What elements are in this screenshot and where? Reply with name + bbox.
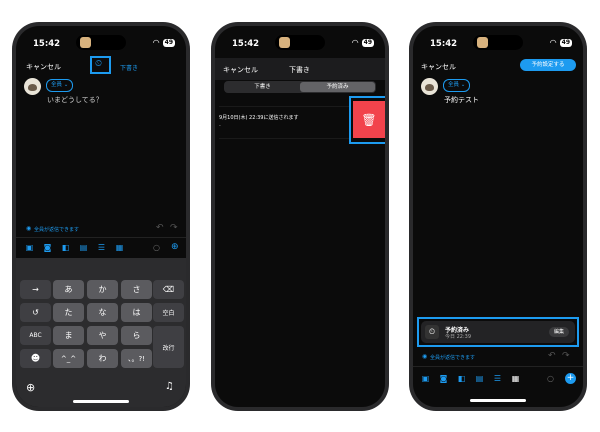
key-sa[interactable]: さ [121, 280, 152, 299]
dynamic-island [473, 35, 523, 50]
redo-icon[interactable]: ↷ [562, 351, 570, 361]
grok-icon[interactable]: ▤ [475, 374, 484, 383]
battery-indicator: 49 [559, 38, 572, 47]
battery-indicator: 49 [361, 38, 374, 47]
undo-icon[interactable]: ↶ [156, 223, 164, 233]
progress-ring-icon: ○ [153, 243, 160, 252]
scheduled-item-text[interactable]: 9月10日(木) 22:39に送信されます [219, 114, 298, 121]
key-ha[interactable]: は [121, 303, 152, 322]
phone-compose: 15:42 ◠ 49 キャンセル ⏲ 下書き 全員 ⌄ いまどうしてる？ ◉ 全員… [12, 22, 190, 411]
wifi-icon: ◠ [351, 38, 359, 47]
compose-toolbar: ▣ ◙ ◧ ▤ ☰ ▦ [421, 374, 520, 383]
schedule-button-label: 予約設定する [531, 62, 565, 68]
key-return[interactable]: 改行 [153, 326, 184, 368]
segmented-control: 下書き 予約済み [224, 81, 376, 93]
screen: 15:42 ◠ 49 キャンセル ⏲ 下書き 全員 ⌄ いまどうしてる？ ◉ 全員… [16, 26, 186, 407]
calendar-icon[interactable]: ▦ [115, 243, 124, 252]
divider [413, 366, 583, 367]
globe-key-icon[interactable]: ⊕ [26, 381, 35, 394]
key-punct[interactable]: 、。?! [121, 349, 152, 368]
globe-icon: ◉ [422, 353, 428, 360]
cancel-button[interactable]: キャンセル [26, 62, 61, 72]
globe-icon: ◉ [26, 225, 32, 232]
key-kaomoji[interactable]: ^_^ [53, 349, 84, 368]
add-post-icon[interactable]: + [565, 373, 576, 384]
keyboard: → あ か さ ⌫ ↺ た な は 空白 ABC ま や ら 改行 ☻ ^_^ … [16, 258, 186, 407]
poll-icon[interactable]: ☰ [493, 374, 502, 383]
wifi-icon: ◠ [152, 38, 160, 47]
calendar-icon[interactable]: ▦ [511, 374, 520, 383]
image-icon[interactable]: ▣ [421, 374, 430, 383]
key-ta[interactable]: た [53, 303, 84, 322]
app-icon [477, 37, 488, 48]
key-ka[interactable]: か [87, 280, 118, 299]
wifi-icon: ◠ [549, 38, 557, 47]
grok-icon[interactable]: ▤ [79, 243, 88, 252]
reply-setting[interactable]: 全員が返信できます [430, 354, 475, 361]
key-ma[interactable]: ま [53, 326, 84, 345]
gif-icon[interactable]: ◧ [61, 243, 70, 252]
status-time: 15:42 [33, 39, 61, 49]
sheet-title: 下書き [289, 66, 310, 74]
key-undo[interactable]: ↺ [20, 303, 51, 322]
post-placeholder[interactable]: いまどうしてる？ [47, 95, 103, 105]
drafts-button[interactable]: 下書き [120, 63, 138, 72]
battery-indicator: 49 [162, 38, 175, 47]
app-icon [279, 37, 290, 48]
sheet-header: キャンセル 下書き [215, 58, 385, 80]
undo-icon[interactable]: ↶ [548, 351, 556, 361]
dynamic-island [76, 35, 126, 50]
add-post-icon[interactable]: ⊕ [171, 242, 179, 252]
key-ya[interactable]: や [87, 326, 118, 345]
schedule-icon[interactable]: ⏲ [95, 59, 102, 69]
highlight-box [417, 317, 579, 347]
highlight-box [349, 96, 385, 144]
divider [219, 106, 349, 107]
key-na[interactable]: な [87, 303, 118, 322]
scheduled-item-sub: - [219, 123, 221, 129]
home-indicator [73, 400, 129, 403]
key-a[interactable]: あ [53, 280, 84, 299]
key-emoji[interactable]: ☻ [20, 349, 51, 368]
gif-icon[interactable]: ◧ [457, 374, 466, 383]
cancel-button[interactable]: キャンセル [223, 65, 258, 75]
status-time: 15:42 [430, 39, 458, 49]
key-backspace[interactable]: ⌫ [153, 280, 184, 299]
poll-icon[interactable]: ☰ [97, 243, 106, 252]
key-space[interactable]: 空白 [153, 303, 184, 322]
camera-icon[interactable]: ◙ [439, 374, 448, 383]
screen: 15:42 ◠ 49 キャンセル 予約設定する 全員 ⌄ 予約テスト ⏲ 予約済み… [413, 26, 583, 407]
avatar[interactable] [24, 78, 41, 95]
image-icon[interactable]: ▣ [25, 243, 34, 252]
compose-toolbar: ▣ ◙ ◧ ▤ ☰ ▦ [25, 243, 124, 252]
dynamic-island [275, 35, 325, 50]
cancel-button[interactable]: キャンセル [421, 62, 456, 72]
redo-icon[interactable]: ↷ [170, 223, 178, 233]
audience-selector[interactable]: 全員 ⌄ [46, 79, 74, 92]
tab-drafts[interactable]: 下書き [225, 82, 300, 92]
divider [219, 138, 349, 139]
schedule-button[interactable]: 予約設定する [520, 59, 576, 71]
home-indicator [470, 399, 526, 402]
camera-icon[interactable]: ◙ [43, 243, 52, 252]
status-time: 15:42 [232, 39, 260, 49]
avatar[interactable] [421, 78, 438, 95]
reply-setting[interactable]: 全員が返信できます [34, 226, 79, 233]
mic-icon[interactable]: ♫ [165, 381, 174, 392]
screen: 15:42 ◠ 49 キャンセル 下書き 下書き 予約済み 9月10日(木) 22… [215, 26, 385, 407]
app-icon [80, 37, 91, 48]
phone-compose-scheduled: 15:42 ◠ 49 キャンセル 予約設定する 全員 ⌄ 予約テスト ⏲ 予約済み… [409, 22, 587, 411]
tab-scheduled[interactable]: 予約済み [300, 82, 375, 92]
key-abc[interactable]: ABC [20, 326, 51, 345]
divider [16, 237, 186, 238]
key-arrow[interactable]: → [20, 280, 51, 299]
audience-selector[interactable]: 全員 ⌄ [443, 79, 471, 92]
key-ra[interactable]: ら [121, 326, 152, 345]
phone-drafts: 15:42 ◠ 49 キャンセル 下書き 下書き 予約済み 9月10日(木) 22… [211, 22, 389, 411]
progress-ring-icon: ○ [547, 374, 554, 383]
post-text[interactable]: 予約テスト [444, 95, 479, 105]
key-wa[interactable]: わ [87, 349, 118, 368]
